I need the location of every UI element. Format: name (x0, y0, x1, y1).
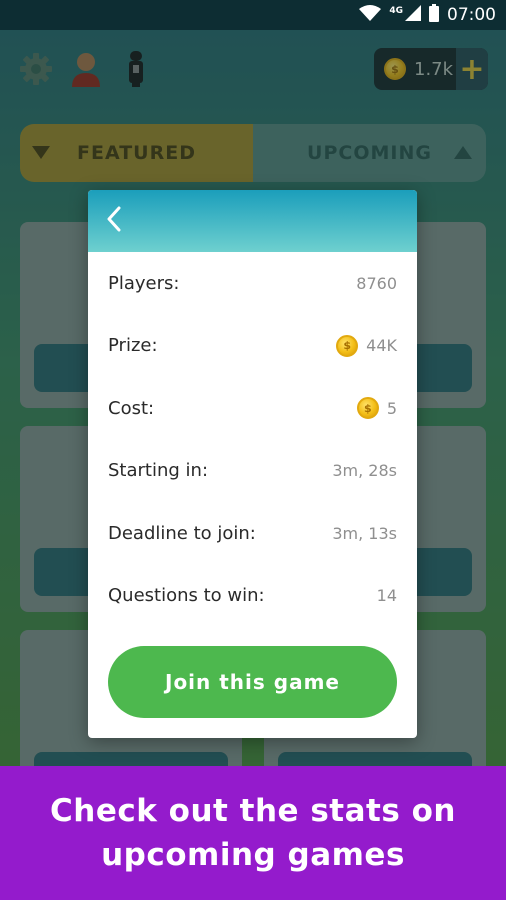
promo-banner: Check out the stats on upcoming games (0, 766, 506, 900)
stat-value: 3m, 13s (332, 523, 397, 543)
signal-icon (405, 4, 421, 26)
stat-label: Starting in: (108, 460, 209, 482)
stat-label: Players: (108, 272, 180, 294)
stat-value: $5 (356, 397, 397, 420)
promo-line-2: upcoming games (101, 837, 405, 873)
stat-value: 14 (376, 586, 397, 606)
promo-line-1: Check out the stats on (50, 793, 456, 829)
stat-value: 3m, 28s (332, 461, 397, 481)
chevron-left-icon (107, 206, 121, 232)
wifi-icon (359, 4, 382, 26)
stat-label: Prize: (108, 335, 158, 357)
stat-row-prize: Prize: $44K (88, 315, 417, 378)
coin-icon: $ (336, 334, 359, 357)
join-game-button[interactable]: Join this game (108, 646, 397, 718)
game-stats-modal: Players: 8760 Prize: $44K Cost: $5 Start… (88, 190, 417, 738)
stat-label: Questions to win: (108, 585, 265, 607)
stat-value: 8760 (356, 273, 397, 293)
stat-row-starting-in: Starting in: 3m, 28s (88, 440, 417, 503)
status-bar: 4G 07:00 (0, 0, 506, 30)
clock: 07:00 (447, 5, 496, 25)
coin-icon: $ (356, 397, 379, 420)
network-type: 4G (389, 6, 403, 16)
stat-label: Deadline to join: (108, 522, 256, 544)
battery-icon (429, 3, 439, 27)
stat-value: $44K (336, 334, 397, 357)
back-button[interactable] (106, 206, 122, 236)
stat-row-questions: Questions to win: 14 (88, 565, 417, 628)
stat-row-players: Players: 8760 (88, 252, 417, 315)
stat-label: Cost: (108, 397, 155, 419)
stat-row-cost: Cost: $5 (88, 377, 417, 440)
stat-row-deadline: Deadline to join: 3m, 13s (88, 502, 417, 565)
modal-header (88, 190, 417, 252)
